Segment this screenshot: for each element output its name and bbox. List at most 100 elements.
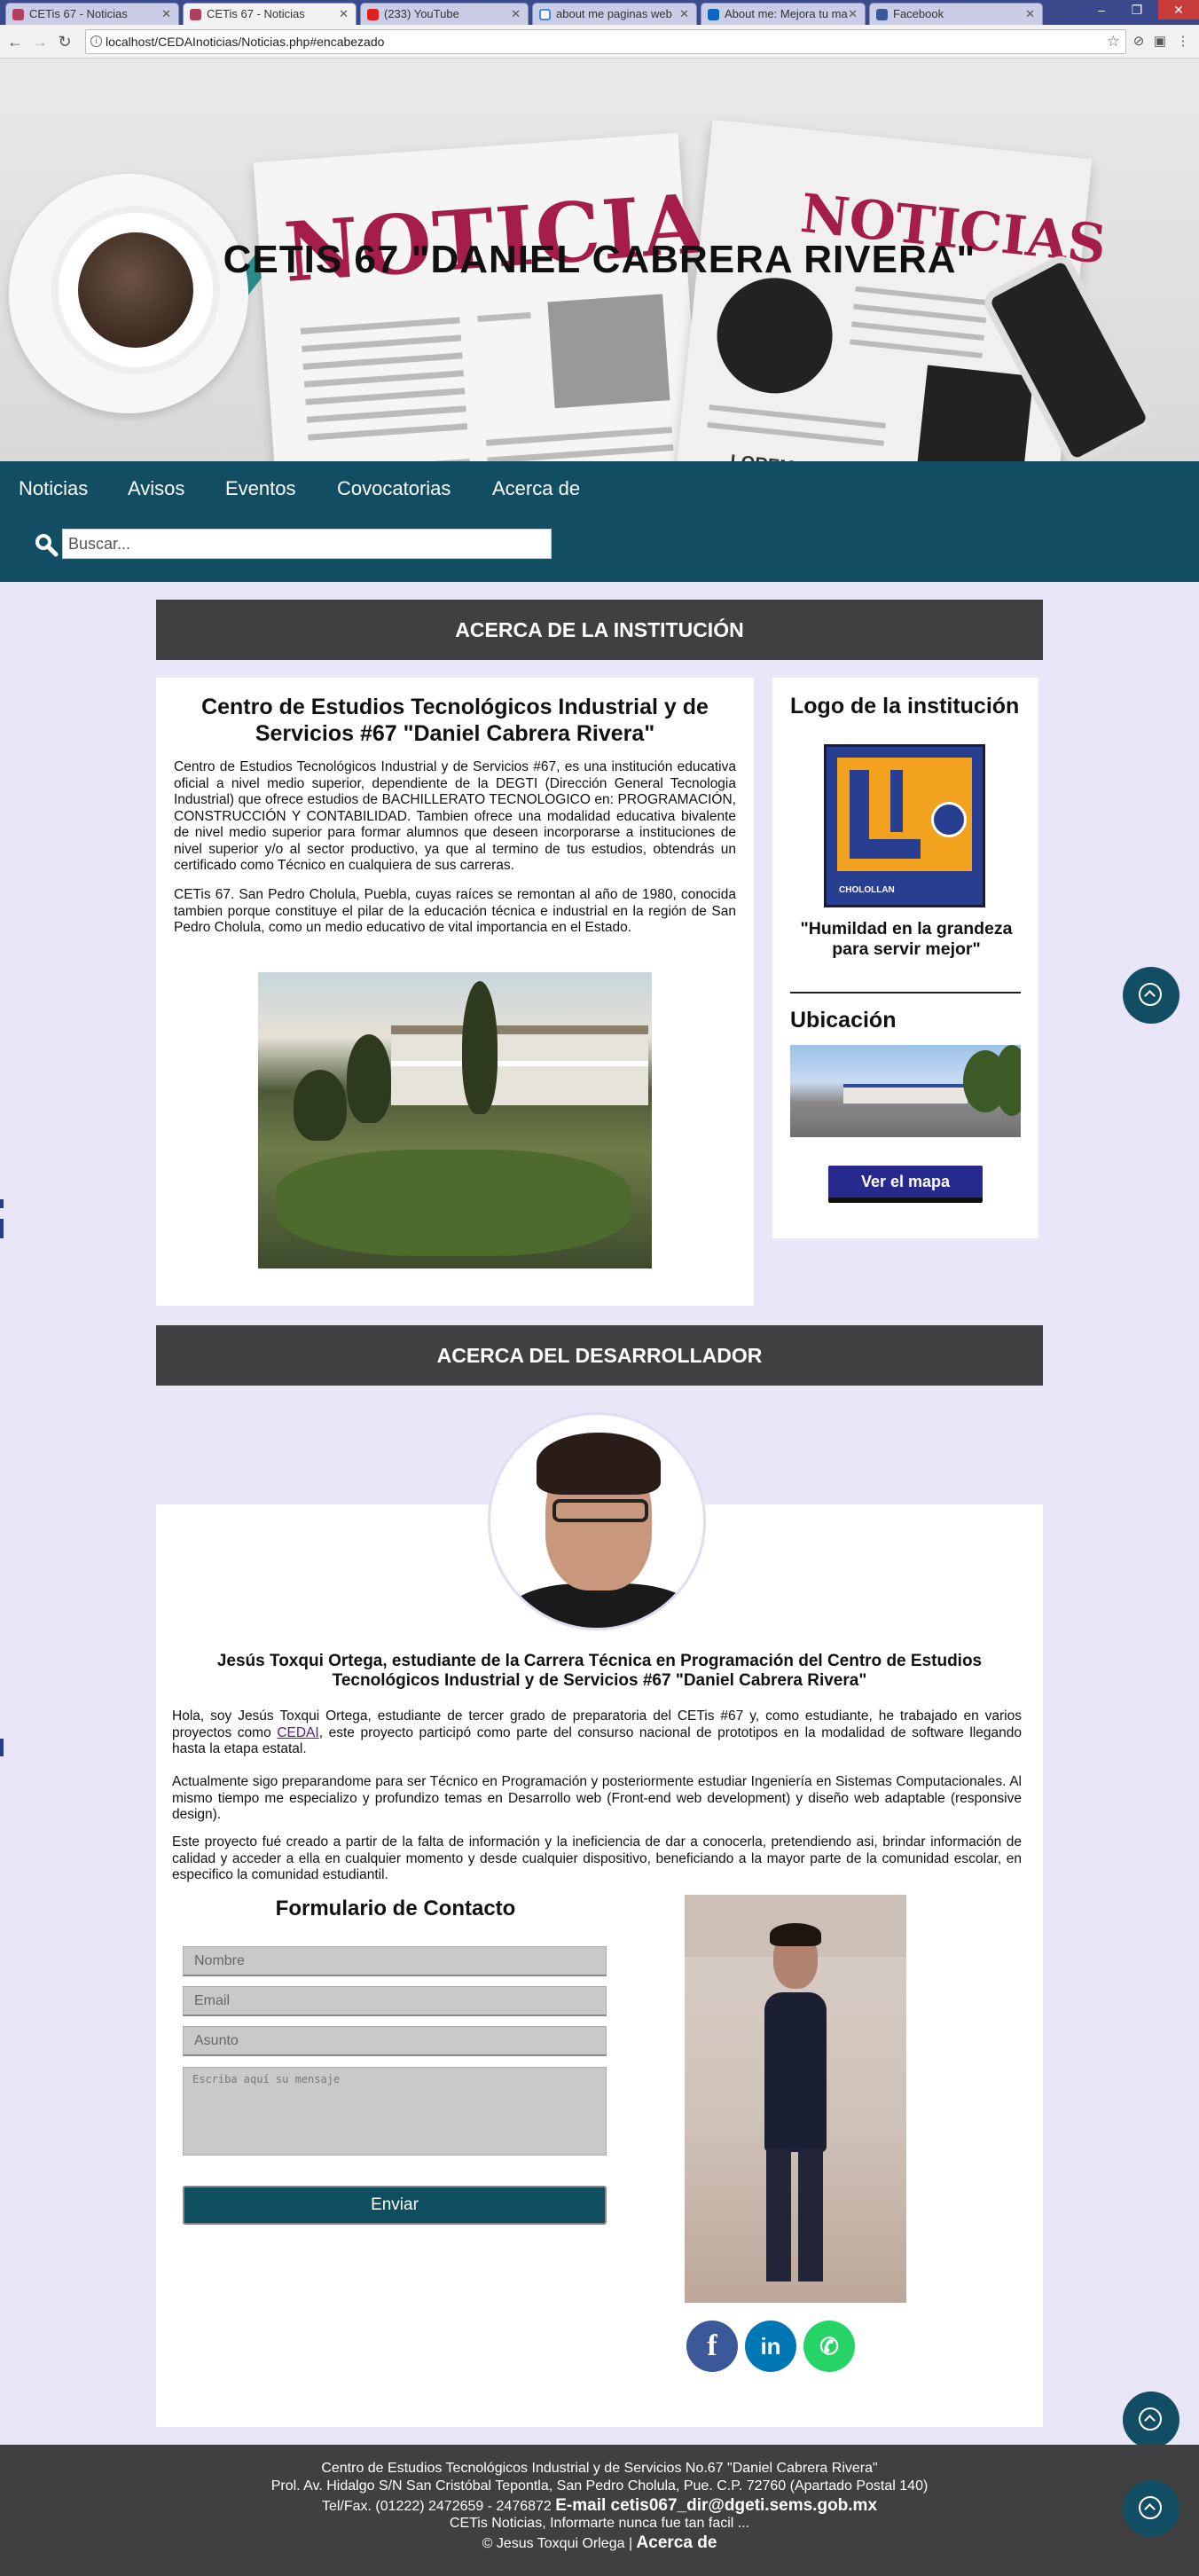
scroll-top-button[interactable] [1123, 967, 1179, 1024]
location-map-thumbnail[interactable] [790, 1045, 1021, 1137]
browser-tab-active[interactable]: CETis 67 - Noticias ✕ [183, 3, 357, 25]
section-header-developer: ACERCA DEL DESARROLLADOR [156, 1325, 1043, 1386]
browser-tab[interactable]: (233) YouTube ✕ [360, 3, 529, 25]
close-icon[interactable]: ✕ [511, 4, 521, 25]
motto: "Humildad en la grandeza para servir mej… [800, 919, 1013, 959]
search-icon[interactable] [32, 530, 60, 559]
developer-paragraph: Actualmente sigo preparandome para ser T… [172, 1774, 1022, 1822]
newspaper-illustration: NOTICIAS [253, 132, 771, 461]
close-icon[interactable]: ✕ [679, 4, 689, 25]
close-icon[interactable]: ✕ [848, 4, 858, 25]
tab-label: CETis 67 - Noticias [207, 7, 305, 20]
section-header-institution: ACERCA DE LA INSTITUCIÓN [156, 600, 1043, 660]
extension-icon[interactable]: ▣ [1151, 33, 1169, 51]
lorem-text: LOREM IPSUM [729, 452, 856, 461]
browser-tab[interactable]: About me: Mejora tu ma ✕ [701, 3, 866, 25]
nav-item-avisos[interactable]: Avisos [128, 477, 184, 500]
tab-label: (233) YouTube [384, 7, 459, 20]
divider [790, 992, 1021, 993]
nav-item-acerca-de[interactable]: Acerca de [492, 477, 580, 500]
page-edge-mark [0, 1199, 4, 1208]
close-window-icon[interactable]: ✕ [1158, 0, 1199, 20]
back-icon[interactable]: ← [5, 32, 25, 51]
reload-icon[interactable]: ↻ [55, 32, 74, 51]
contact-form-title: Formulario de Contacto [275, 1897, 516, 1920]
url-field[interactable]: i localhost/CEDAInoticias/Noticias.php#e… [85, 29, 1126, 54]
page-edge-mark [0, 1739, 4, 1756]
globe-icon [711, 271, 839, 399]
name-field[interactable] [183, 1946, 607, 1976]
footer-line: Centro de Estudios Tecnológicos Industri… [321, 2461, 878, 2476]
footer-line: CETis Noticias, Informarte nunca fue tan… [449, 2516, 750, 2531]
nav-item-eventos[interactable]: Eventos [225, 477, 296, 500]
institution-title: Centro de Estudios Tecnológicos Industri… [201, 695, 709, 746]
header-banner: NOTICIAS NOTICIAS LOREM IPSUM CETIS 67 "… [0, 59, 1199, 461]
youtube-icon [367, 9, 379, 20]
cedai-link[interactable]: CEDAI [277, 1725, 318, 1740]
page-edge-mark [0, 1219, 4, 1238]
forward-icon[interactable]: → [30, 32, 50, 51]
star-icon[interactable]: ☆ [1107, 30, 1120, 53]
subject-field[interactable] [183, 2026, 607, 2056]
close-icon[interactable]: ✕ [161, 4, 171, 25]
footer-line: © Jesus Toxqui Orlega | Acerca de [482, 2533, 717, 2552]
institution-sidebar: Logo de la institución CHOLOLLAN "Humild… [772, 678, 1038, 1238]
menu-icon[interactable]: ⋮ [1174, 33, 1192, 51]
window-controls: – ❐ ✕ [1084, 0, 1199, 25]
logo-caption: CHOLOLLAN [839, 885, 895, 895]
institution-logo: CHOLOLLAN [824, 744, 985, 907]
message-field[interactable] [183, 2067, 607, 2156]
browser-tab[interactable]: Facebook ✕ [869, 3, 1043, 25]
browser-tab[interactable]: CETis 67 - Noticias ✕ [5, 3, 179, 25]
developer-title: Jesús Toxqui Ortega, estudiante de la Ca… [216, 1652, 983, 1690]
block-icon[interactable]: ⊘ [1130, 33, 1148, 51]
location-title: Ubicación [790, 1008, 897, 1033]
developer-photo [685, 1895, 906, 2303]
logo-title: Logo de la institución [790, 694, 1020, 719]
tab-label: about me paginas web [556, 7, 672, 20]
browser-tab[interactable]: about me paginas web ✕ [532, 3, 697, 25]
footer-line: Tel/Fax. (01222) 2472659 - 2476872 E-mai… [321, 2496, 878, 2515]
developer-avatar [488, 1412, 706, 1630]
url-text: localhost/CEDAInoticias/Noticias.php#enc… [106, 35, 385, 49]
developer-paragraph: Hola, soy Jesús Toxqui Ortega, estudiant… [172, 1708, 1023, 1756]
footer: Centro de Estudios Tecnológicos Industri… [0, 2445, 1199, 2576]
institution-paragraph: Centro de Estudios Tecnológicos Industri… [174, 759, 736, 873]
footer-email: E-mail cetis067_dir@dgeti.sems.gob.mx [555, 2496, 878, 2515]
search-input[interactable] [62, 529, 552, 559]
view-map-button[interactable]: Ver el mapa [828, 1166, 983, 1203]
institution-paragraph: CETis 67. San Pedro Cholula, Puebla, cuy… [174, 887, 736, 935]
email-field[interactable] [183, 1986, 607, 2016]
close-icon[interactable]: ✕ [339, 4, 349, 25]
tab-label: Facebook [893, 7, 944, 20]
maximize-icon[interactable]: ❐ [1119, 0, 1155, 20]
coffee-cup-illustration [9, 174, 248, 413]
footer-line: Prol. Av. Hidalgo S/N San Cristóbal Tepo… [270, 2478, 929, 2494]
developer-card: Jesús Toxqui Ortega, estudiante de la Ca… [156, 1504, 1043, 2427]
scroll-top-button[interactable] [1123, 2391, 1179, 2448]
close-icon[interactable]: ✕ [1025, 4, 1035, 25]
whatsapp-icon[interactable]: ✆ [803, 2321, 855, 2372]
browser-tab-bar: CETis 67 - Noticias ✕ CETis 67 - Noticia… [0, 0, 1199, 25]
developer-paragraph: Este proyecto fué creado a partir de la … [172, 1834, 1022, 1882]
scroll-top-button[interactable] [1123, 2480, 1179, 2537]
facebook-icon [876, 9, 888, 20]
send-button[interactable]: Enviar [183, 2186, 607, 2225]
tab-label: CETis 67 - Noticias [29, 7, 128, 20]
minimize-icon[interactable]: – [1084, 0, 1119, 20]
school-photo [258, 972, 652, 1268]
cetis-icon [190, 9, 201, 20]
institution-card: Centro de Estudios Tecnológicos Industri… [156, 678, 754, 1306]
site-title: CETIS 67 "DANIEL CABRERA RIVERA" [223, 238, 976, 281]
main-navigation: Noticias Avisos Eventos Covocatorias Ace… [0, 461, 1199, 582]
cetis-icon [12, 9, 24, 20]
linkedin-icon [708, 9, 719, 20]
nav-item-noticias[interactable]: Noticias [19, 477, 88, 500]
linkedin-icon[interactable]: in [745, 2321, 796, 2372]
footer-about-link[interactable]: Acerca de [637, 2533, 717, 2552]
facebook-icon[interactable]: f [686, 2321, 738, 2372]
nav-item-convocatorias[interactable]: Covocatorias [337, 477, 451, 500]
info-icon[interactable]: i [90, 35, 102, 47]
google-icon [539, 9, 551, 20]
address-bar: ← → ↻ i localhost/CEDAInoticias/Noticias… [0, 25, 1199, 59]
